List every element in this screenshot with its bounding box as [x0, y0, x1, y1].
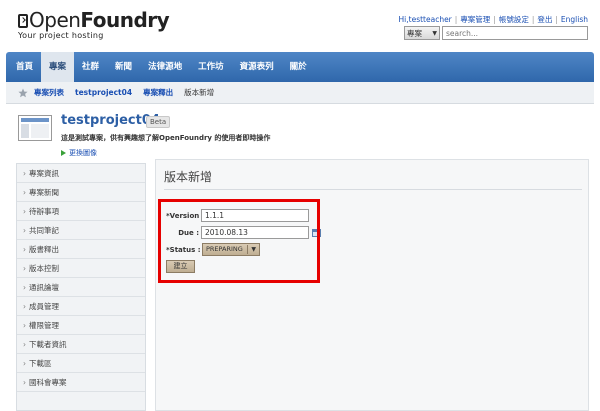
- due-label: Due :: [178, 229, 199, 237]
- nav-resources[interactable]: 資源表列: [232, 52, 282, 82]
- english-link[interactable]: English: [561, 15, 588, 24]
- user-greeting-link[interactable]: Hi,testteacher: [399, 15, 452, 24]
- project-description: 這是測試專案，供有興趣想了解OpenFoundry 的使用者即時操作: [61, 134, 271, 142]
- sidebar-item-todo[interactable]: › 待辦事項: [17, 202, 145, 221]
- page-title: 版本新增: [164, 170, 213, 184]
- chevron-right-icon: ›: [23, 378, 26, 387]
- sidebar-item-info[interactable]: › 專案資訊: [17, 164, 145, 183]
- create-button[interactable]: 建立: [166, 260, 195, 273]
- sidebar-item-downloaders[interactable]: › 下載者資訊: [17, 335, 145, 354]
- header: OpenFoundry Your project hosting Hi,test…: [0, 0, 600, 50]
- logo-open-text: Open: [29, 8, 81, 32]
- openfoundry-logo[interactable]: OpenFoundry Your project hosting: [18, 8, 170, 40]
- nav-workshop[interactable]: 工作坊: [190, 52, 232, 82]
- chevron-right-icon: ›: [23, 359, 26, 368]
- chevron-right-icon: ›: [23, 340, 26, 349]
- sidebar-item-forum[interactable]: › 通訊論壇: [17, 278, 145, 297]
- chevron-right-icon: ›: [23, 169, 26, 178]
- project-thumbnail: [18, 115, 52, 141]
- breadcrumb-release[interactable]: 專案釋出: [143, 87, 173, 98]
- sidebar-item-news[interactable]: › 專案新聞: [17, 183, 145, 202]
- nav-legal[interactable]: 法律源地: [140, 52, 190, 82]
- sidebar-item-nsc-project[interactable]: › 國科會專案: [17, 373, 145, 392]
- sidebar-item-version-control[interactable]: › 版本控制: [17, 259, 145, 278]
- logout-link[interactable]: 登出: [537, 15, 552, 24]
- nav-news[interactable]: 新聞: [107, 52, 140, 82]
- project-sidebar: › 專案資訊 › 專案新聞 › 待辦事項 › 共同筆記 › 版書釋出 › 版本控制 › 通訊論…: [16, 163, 146, 411]
- search-input[interactable]: [442, 26, 588, 40]
- chevron-right-icon: ›: [23, 207, 26, 216]
- sidebar-item-members[interactable]: › 成員管理: [17, 297, 145, 316]
- nav-community[interactable]: 社群: [74, 52, 107, 82]
- chevron-right-icon: ›: [23, 302, 26, 311]
- nav-home[interactable]: 首頁: [6, 52, 41, 82]
- due-date-input[interactable]: 2010.08.13: [201, 226, 309, 239]
- title-divider: [164, 189, 582, 190]
- account-settings-link[interactable]: 帳號設定: [499, 15, 529, 24]
- nav-projects[interactable]: 專案: [41, 52, 75, 82]
- search-category-select[interactable]: 專案 ▼: [404, 26, 440, 40]
- chevron-right-icon: ›: [23, 245, 26, 254]
- user-links: Hi,testteacher | 專案管理 | 帳號設定 | 登出 | English: [398, 15, 588, 24]
- calendar-icon[interactable]: [312, 229, 321, 237]
- chevron-right-icon: ›: [23, 283, 26, 292]
- logo-wordmark: OpenFoundry: [18, 8, 170, 32]
- sidebar-item-notes[interactable]: › 共同筆記: [17, 221, 145, 240]
- main-panel: 版本新增 *Version : 1.1.1 Due : 2010.08.13 *…: [155, 159, 589, 411]
- logo-foundry-text: Foundry: [80, 8, 170, 32]
- chevron-down-icon: ▼: [432, 29, 437, 37]
- nav-about[interactable]: 關於: [282, 52, 315, 82]
- breadcrumb-project[interactable]: testproject04: [75, 88, 132, 97]
- beta-badge: Beta: [146, 116, 171, 128]
- breadcrumb-current: 版本新增: [184, 88, 215, 97]
- sidebar-item-permissions[interactable]: › 權限管理: [17, 316, 145, 335]
- version-input[interactable]: 1.1.1: [201, 209, 309, 222]
- search-box: 專案 ▼: [404, 26, 588, 40]
- sidebar-item-downloads[interactable]: › 下載區: [17, 354, 145, 373]
- chevron-right-icon: ›: [23, 226, 26, 235]
- breadcrumb-project-list[interactable]: 專案列表: [34, 87, 64, 98]
- status-label: *Status :: [166, 246, 201, 254]
- star-icon[interactable]: [18, 88, 28, 98]
- version-label: *Version :: [166, 212, 205, 220]
- chevron-right-icon: ›: [23, 264, 26, 273]
- change-image-link[interactable]: 更換圖像: [61, 148, 97, 158]
- project-management-link[interactable]: 專案管理: [460, 15, 490, 24]
- chevron-right-icon: ›: [23, 188, 26, 197]
- sidebar-item-releases[interactable]: › 版書釋出: [17, 240, 145, 259]
- main-nav: 首頁 專案 社群 新聞 法律源地 工作坊 資源表列 關於: [6, 52, 594, 82]
- chevron-right-icon: ›: [23, 321, 26, 330]
- logo-tagline: Your project hosting: [18, 31, 104, 40]
- play-icon: [61, 150, 66, 156]
- breadcrumb: 專案列表 testproject04 專案釋出 版本新增: [6, 82, 594, 104]
- chevron-down-icon: ▼: [251, 246, 256, 253]
- status-select[interactable]: PREPARING ▼: [202, 243, 260, 256]
- logo-mark-icon: [18, 14, 28, 28]
